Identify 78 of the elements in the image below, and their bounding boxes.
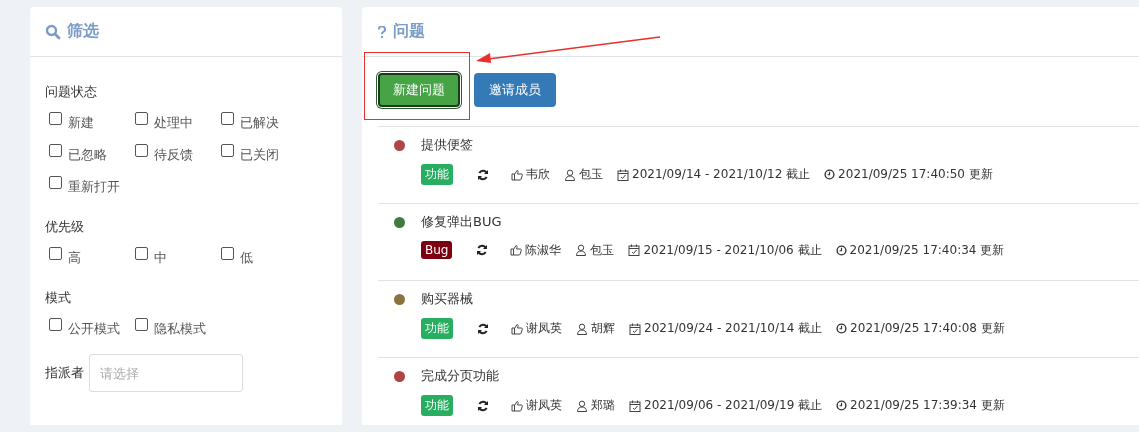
issue-title[interactable]: 购买器械 bbox=[421, 290, 473, 308]
date-range: 2021/09/24 - 2021/10/14 截止 bbox=[644, 320, 823, 337]
assignee-field[interactable]: 请选择 bbox=[89, 354, 243, 392]
updated-time: 2021/09/25 17:40:08 更新 bbox=[850, 320, 1005, 337]
type-tag: Bug bbox=[421, 241, 453, 259]
checkbox[interactable] bbox=[221, 246, 234, 260]
date-range: 2021/09/06 - 2021/09/19 截止 bbox=[644, 397, 823, 414]
assignee-name: 包玉 bbox=[579, 166, 603, 183]
group-label: 问题状态 bbox=[45, 83, 98, 101]
updated-time: 2021/09/25 17:40:50 更新 bbox=[838, 166, 993, 183]
question-icon bbox=[377, 25, 387, 38]
clock-icon bbox=[824, 169, 836, 180]
checkbox-label: 新建 bbox=[68, 114, 94, 132]
type-tag: 功能 bbox=[421, 164, 453, 185]
refresh-icon[interactable] bbox=[477, 399, 489, 412]
assignee-name: 郑璐 bbox=[591, 397, 615, 414]
panel-title: 问题 bbox=[393, 21, 425, 42]
reporter-name: 谢凤英 bbox=[526, 320, 562, 337]
refresh-icon[interactable] bbox=[477, 168, 489, 181]
calendar-icon bbox=[628, 244, 641, 256]
checkbox[interactable] bbox=[49, 111, 62, 125]
type-tag: 功能 bbox=[421, 318, 453, 339]
checkbox[interactable] bbox=[135, 246, 148, 260]
checkbox-label: 已解决 bbox=[240, 114, 279, 132]
thumbs-up-icon bbox=[511, 322, 523, 335]
checkbox[interactable] bbox=[49, 143, 62, 157]
thumbs-up-icon bbox=[510, 244, 523, 256]
user-icon bbox=[576, 322, 588, 335]
issue-title[interactable]: 提供便签 bbox=[421, 136, 473, 154]
assignee-name: 胡辉 bbox=[591, 320, 615, 337]
thumbs-up-icon bbox=[511, 399, 523, 412]
checkbox-label: 隐私模式 bbox=[154, 320, 206, 338]
checkbox-label: 高 bbox=[68, 249, 81, 267]
reporter-name: 谢凤英 bbox=[526, 397, 562, 414]
field-label: 指派者 bbox=[45, 364, 84, 382]
type-tag: 功能 bbox=[421, 395, 453, 416]
user-icon bbox=[575, 244, 588, 256]
clock-icon bbox=[835, 244, 847, 256]
checkbox[interactable] bbox=[135, 111, 148, 125]
group-label: 优先级 bbox=[45, 218, 85, 236]
checkbox-label: 公开模式 bbox=[68, 320, 120, 338]
checkbox[interactable] bbox=[135, 317, 148, 331]
checkbox[interactable] bbox=[135, 143, 148, 157]
checkbox[interactable] bbox=[221, 143, 234, 157]
checkbox[interactable] bbox=[49, 317, 62, 331]
checkbox-label: 重新打开 bbox=[68, 178, 120, 196]
clock-icon bbox=[836, 400, 848, 411]
issue-title[interactable]: 修复弹出BUG bbox=[421, 213, 502, 231]
checkbox-label: 中 bbox=[154, 249, 167, 267]
checkbox[interactable] bbox=[49, 175, 62, 189]
clock-icon bbox=[836, 323, 848, 334]
issue-title[interactable]: 完成分页功能 bbox=[421, 367, 499, 385]
search-icon bbox=[45, 23, 61, 40]
assignee-name: 包玉 bbox=[590, 241, 615, 259]
group-label: 模式 bbox=[45, 289, 72, 307]
calendar-icon bbox=[617, 168, 629, 181]
date-range: 2021/09/14 - 2021/10/12 截止 bbox=[632, 166, 811, 183]
refresh-icon[interactable] bbox=[476, 244, 489, 256]
thumbs-up-icon bbox=[511, 168, 523, 181]
calendar-icon bbox=[629, 399, 641, 412]
refresh-icon[interactable] bbox=[477, 322, 489, 335]
checkbox-label: 已关闭 bbox=[240, 146, 279, 164]
updated-time: 2021/09/25 17:40:34 更新 bbox=[849, 241, 1005, 259]
checkbox-label: 低 bbox=[240, 249, 253, 267]
updated-time: 2021/09/25 17:39:34 更新 bbox=[850, 397, 1005, 414]
calendar-icon bbox=[629, 322, 641, 335]
panel-title: 筛选 bbox=[67, 21, 99, 42]
reporter-name: 韦欣 bbox=[526, 166, 550, 183]
checkbox-label: 已忽略 bbox=[68, 146, 107, 164]
invite-button[interactable]: 邀请成员 bbox=[474, 73, 556, 107]
reporter-name: 陈淑华 bbox=[525, 241, 562, 259]
user-icon bbox=[576, 399, 588, 412]
date-range: 2021/09/15 - 2021/10/06 截止 bbox=[643, 241, 822, 259]
checkbox[interactable] bbox=[221, 111, 234, 125]
checkbox-label: 待反馈 bbox=[154, 146, 193, 164]
checkbox[interactable] bbox=[49, 246, 62, 260]
checkbox-label: 处理中 bbox=[154, 114, 193, 132]
user-icon bbox=[564, 168, 576, 181]
